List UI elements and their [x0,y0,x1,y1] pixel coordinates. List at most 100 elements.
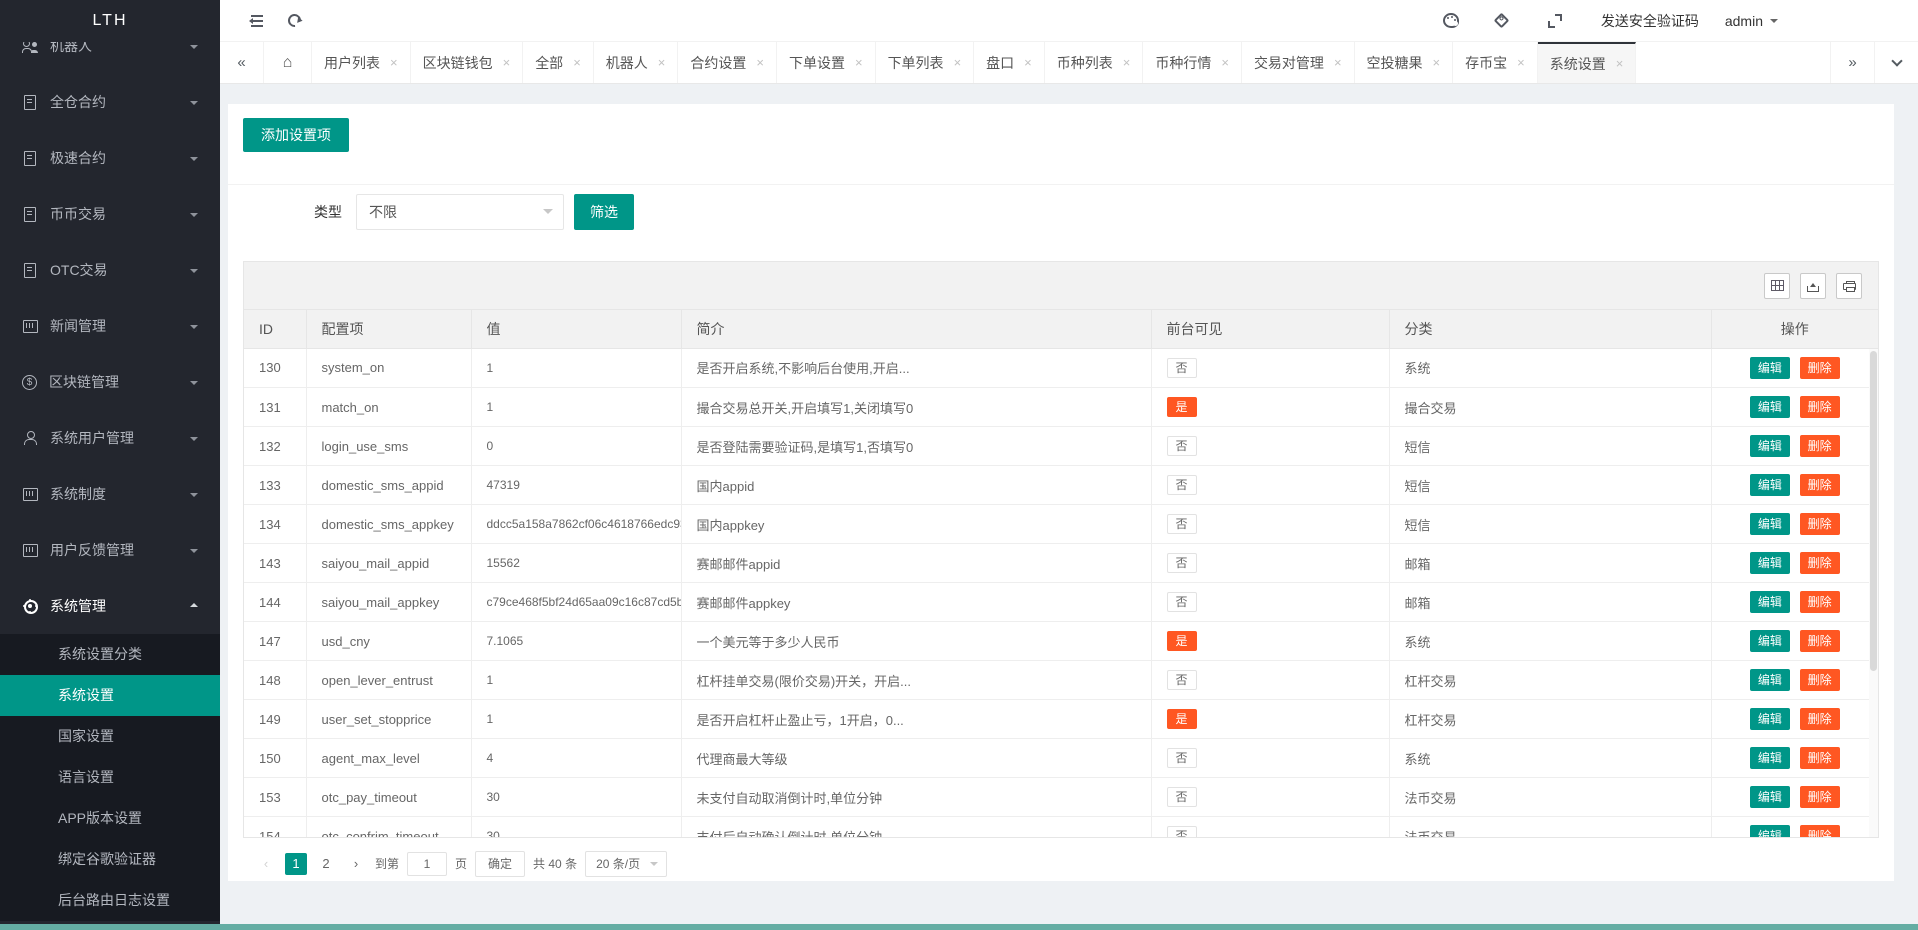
next-page-button[interactable]: › [345,853,367,875]
sidebar-subitem[interactable]: 绑定谷歌验证器 [0,839,220,880]
refresh-button[interactable] [274,0,314,42]
delete-button[interactable]: 删除 [1800,747,1840,769]
chevron-down-icon [543,209,553,219]
tab[interactable]: 币种行情 × [1143,42,1242,83]
toggle-columns-button[interactable] [1764,273,1790,299]
delete-button[interactable]: 删除 [1800,669,1840,691]
delete-button[interactable]: 删除 [1800,435,1840,457]
edit-button[interactable]: 编辑 [1750,591,1790,613]
tabs-scroll-left-button[interactable]: « [220,42,264,83]
goto-confirm-button[interactable]: 确定 [475,851,525,877]
sidebar-subitem[interactable]: 系统设置分类 [0,634,220,675]
table-scrollbar-thumb[interactable] [1870,351,1877,671]
delete-button[interactable]: 删除 [1800,591,1840,613]
sidebar-subitem[interactable]: 后台路由日志设置 [0,880,220,921]
tab-close-icon[interactable]: × [1334,55,1342,70]
page-number-button[interactable]: 1 [285,853,307,875]
tab-close-icon[interactable]: × [1024,55,1032,70]
tab-close-icon[interactable]: × [1433,55,1441,70]
delete-button[interactable]: 删除 [1800,396,1840,418]
edit-button[interactable]: 编辑 [1750,513,1790,535]
tabs-scroll-right-button[interactable]: » [1830,42,1874,83]
sidebar-item[interactable]: 全仓合约 [0,74,220,130]
delete-button[interactable]: 删除 [1800,552,1840,574]
type-select[interactable]: 不限 [356,194,564,230]
sidebar-item[interactable]: 系统管理 [0,578,220,634]
delete-button[interactable]: 删除 [1800,708,1840,730]
tab[interactable]: 空投糖果 × [1355,42,1454,83]
tab-close-icon[interactable]: × [1221,55,1229,70]
tab[interactable]: 交易对管理 × [1242,42,1355,83]
edit-button[interactable]: 编辑 [1750,669,1790,691]
sidebar-subitem[interactable]: APP版本设置 [0,798,220,839]
edit-button[interactable]: 编辑 [1750,396,1790,418]
edit-button[interactable]: 编辑 [1750,786,1790,808]
tab[interactable]: 盘口 × [974,42,1045,83]
tag-button[interactable] [1483,0,1523,42]
user-menu[interactable]: admin [1725,13,1778,29]
delete-button[interactable]: 删除 [1800,825,1840,837]
edit-button[interactable]: 编辑 [1750,825,1790,837]
collapse-menu-button[interactable] [234,0,274,42]
delete-button[interactable]: 删除 [1800,474,1840,496]
edit-button[interactable]: 编辑 [1750,552,1790,574]
edit-button[interactable]: 编辑 [1750,357,1790,379]
theme-button[interactable] [1431,0,1471,42]
filter-button[interactable]: 筛选 [574,194,634,230]
tab-close-icon[interactable]: × [1616,56,1624,71]
edit-button[interactable]: 编辑 [1750,708,1790,730]
sidebar-subitem[interactable]: 系统设置 [0,675,220,716]
edit-button[interactable]: 编辑 [1750,747,1790,769]
sidebar-item[interactable]: 币币交易 [0,186,220,242]
visible-badge: 否 [1167,358,1197,378]
tab[interactable]: 系统设置 × [1538,42,1637,83]
sidebar-item[interactable]: 新闻管理 [0,298,220,354]
tab[interactable]: 区块链钱包 × [411,42,524,83]
tab[interactable]: 币种列表 × [1045,42,1144,83]
edit-button[interactable]: 编辑 [1750,630,1790,652]
tab[interactable]: 下单列表 × [876,42,975,83]
export-button[interactable] [1800,273,1826,299]
tab[interactable]: 下单设置 × [777,42,876,83]
sidebar-item[interactable]: OTC交易 [0,242,220,298]
add-setting-button[interactable]: 添加设置项 [243,118,349,152]
print-button[interactable] [1836,273,1862,299]
tabs-menu-button[interactable] [1874,42,1918,83]
delete-button[interactable]: 删除 [1800,357,1840,379]
tab[interactable]: 用户列表 × [312,42,411,83]
prev-page-button[interactable]: ‹ [255,853,277,875]
tab[interactable]: 合约设置 × [678,42,777,83]
tab-close-icon[interactable]: × [390,55,398,70]
delete-button[interactable]: 删除 [1800,513,1840,535]
edit-button[interactable]: 编辑 [1750,435,1790,457]
tab-close-icon[interactable]: × [503,55,511,70]
send-security-code-button[interactable]: 发送安全验证码 [1587,11,1713,31]
goto-page-input[interactable] [407,852,447,876]
page-number-button[interactable]: 2 [315,853,337,875]
tab-close-icon[interactable]: × [1517,55,1525,70]
fullscreen-button[interactable] [1535,0,1575,42]
tab-close-icon[interactable]: × [658,55,666,70]
sidebar-subitem[interactable]: 国家设置 [0,716,220,757]
tab[interactable]: 全部 × [523,42,594,83]
sidebar-subitem[interactable]: 语言设置 [0,757,220,798]
sidebar-item[interactable]: 区块链管理 [0,354,220,410]
sidebar-item[interactable]: 系统用户管理 [0,410,220,466]
delete-button[interactable]: 删除 [1800,786,1840,808]
tab-close-icon[interactable]: × [954,55,962,70]
table-scrollbar[interactable] [1869,349,1878,837]
tab-close-icon[interactable]: × [756,55,764,70]
edit-button[interactable]: 编辑 [1750,474,1790,496]
tab[interactable]: 存币宝 × [1453,42,1538,83]
tab[interactable]: 机器人 × [594,42,679,83]
sidebar-item[interactable]: 系统制度 [0,466,220,522]
tab-close-icon[interactable]: × [855,55,863,70]
tab-close-icon[interactable]: × [573,55,581,70]
bottom-scroll-strip[interactable] [0,924,1918,930]
tab-close-icon[interactable]: × [1123,55,1131,70]
delete-button[interactable]: 删除 [1800,630,1840,652]
sidebar-item[interactable]: 极速合约 [0,130,220,186]
sidebar-item[interactable]: 用户反馈管理 [0,522,220,578]
page-size-select[interactable]: 20 条/页 [585,851,667,877]
tab-home[interactable]: ⌂ [264,42,312,83]
